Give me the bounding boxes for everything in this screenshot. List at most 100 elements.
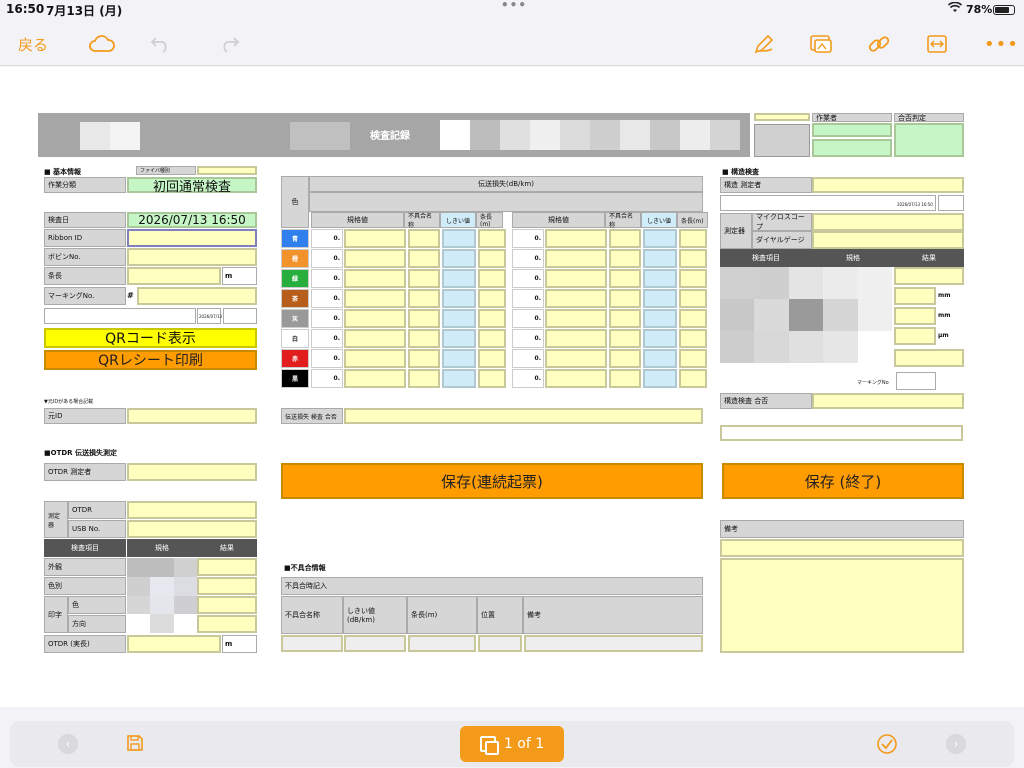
threshold-field[interactable] [442,289,476,308]
worker-field[interactable] [812,123,892,137]
loss-value-field[interactable] [344,229,406,248]
save-finish-button[interactable]: 保存 (終了) [722,463,964,499]
defect-name-field[interactable] [408,329,440,348]
threshold-field[interactable] [643,229,677,248]
row-length-field[interactable] [679,249,707,268]
row-length-field[interactable] [679,349,707,368]
defect-name-field[interactable] [609,229,641,248]
loss-pass-field[interactable] [344,408,703,424]
row-length-field[interactable] [478,269,506,288]
loss-value-field[interactable] [344,269,406,288]
otdr-field[interactable] [127,501,257,519]
loss-value-field[interactable] [545,269,607,288]
markup-pen-icon[interactable] [753,30,775,58]
loss-value-field[interactable] [545,349,607,368]
defect-length-field[interactable] [408,635,476,652]
struct-result-4[interactable] [894,327,936,345]
threshold-field[interactable] [643,309,677,328]
blank-field[interactable] [44,308,196,324]
undo-icon[interactable] [150,30,172,58]
loss-value-field[interactable] [344,329,406,348]
length-field[interactable] [127,267,221,285]
loss-value-field[interactable] [344,369,406,388]
threshold-field[interactable] [643,329,677,348]
threshold-field[interactable] [442,369,476,388]
print-dir-result[interactable] [197,615,257,633]
next-page-icon[interactable]: › [946,734,966,754]
row-length-field[interactable] [478,329,506,348]
threshold-field[interactable] [643,249,677,268]
threshold-field[interactable] [442,269,476,288]
loss-value-field[interactable] [545,249,607,268]
loss-value-field[interactable] [545,289,607,308]
defect-name-field[interactable] [408,309,440,328]
loss-value-field[interactable] [545,369,607,388]
inspect-date-field[interactable]: 2026/07/13 16:50 [127,212,257,228]
ribbon-field[interactable] [127,229,257,247]
save-icon[interactable] [125,733,145,757]
struct-result-3[interactable] [894,307,936,325]
prev-page-icon[interactable]: ‹ [58,734,78,754]
blank-field-2[interactable] [223,308,257,324]
fiber-type-field[interactable] [197,166,257,175]
struct-blank-field[interactable] [720,425,963,441]
row-length-field[interactable] [679,269,707,288]
threshold-field[interactable] [643,289,677,308]
row-length-field[interactable] [679,329,707,348]
row-length-field[interactable] [478,289,506,308]
threshold-field[interactable] [442,229,476,248]
more-icon[interactable]: ••• [984,30,1019,58]
redo-icon[interactable] [218,30,240,58]
row-length-field[interactable] [478,249,506,268]
defect-name-field[interactable] [408,289,440,308]
defect-name-field[interactable] [609,249,641,268]
usb-field[interactable] [127,520,257,538]
back-button[interactable]: 戻る [18,30,48,58]
small-field[interactable] [754,113,810,121]
otdr-len-field[interactable] [127,635,221,653]
struct-result-2[interactable] [894,287,936,305]
microscope-field[interactable] [812,213,964,231]
appearance-result[interactable] [197,558,257,576]
loss-value-field[interactable] [545,329,607,348]
row-length-field[interactable] [679,309,707,328]
work-type-field[interactable]: 初回通常検査 [127,177,257,195]
annotate-image-icon[interactable] [809,30,833,58]
qr-show-button[interactable]: QRコード表示 [44,328,257,348]
defect-threshold-field[interactable] [344,635,406,652]
defect-name-field[interactable] [408,249,440,268]
loss-value-field[interactable] [344,309,406,328]
struct-person-field[interactable] [812,177,964,193]
loss-value-field[interactable] [344,349,406,368]
fit-width-icon[interactable] [926,30,948,58]
row-length-field[interactable] [679,289,707,308]
struct-pass-field[interactable] [812,393,964,409]
defect-position-field[interactable] [478,635,522,652]
marking-no-field[interactable] [896,372,936,390]
cloud-icon[interactable] [89,30,115,58]
print-color-result[interactable] [197,596,257,614]
threshold-field[interactable] [442,349,476,368]
threshold-field[interactable] [442,329,476,348]
struct-date-extra[interactable] [938,195,964,211]
bobbin-field[interactable] [127,248,257,266]
row-length-field[interactable] [478,229,506,248]
otdr-person-field[interactable] [127,463,257,481]
defect-name-field[interactable] [281,635,343,652]
pass-field[interactable] [894,123,964,157]
defect-name-field[interactable] [408,369,440,388]
defect-name-field[interactable] [408,269,440,288]
row-length-field[interactable] [478,369,506,388]
remarks-field-2[interactable] [720,558,964,653]
struct-result-1[interactable] [894,267,964,285]
qr-print-button[interactable]: QRレシート印刷 [44,350,257,370]
remarks-field-1[interactable] [720,539,964,557]
link-icon[interactable] [867,30,891,58]
origid-field[interactable] [127,408,257,424]
defect-remarks-field[interactable] [524,635,703,652]
threshold-field[interactable] [643,349,677,368]
row-length-field[interactable] [679,229,707,248]
defect-name-field[interactable] [609,329,641,348]
loss-value-field[interactable] [545,309,607,328]
checkmark-icon[interactable] [876,733,898,759]
